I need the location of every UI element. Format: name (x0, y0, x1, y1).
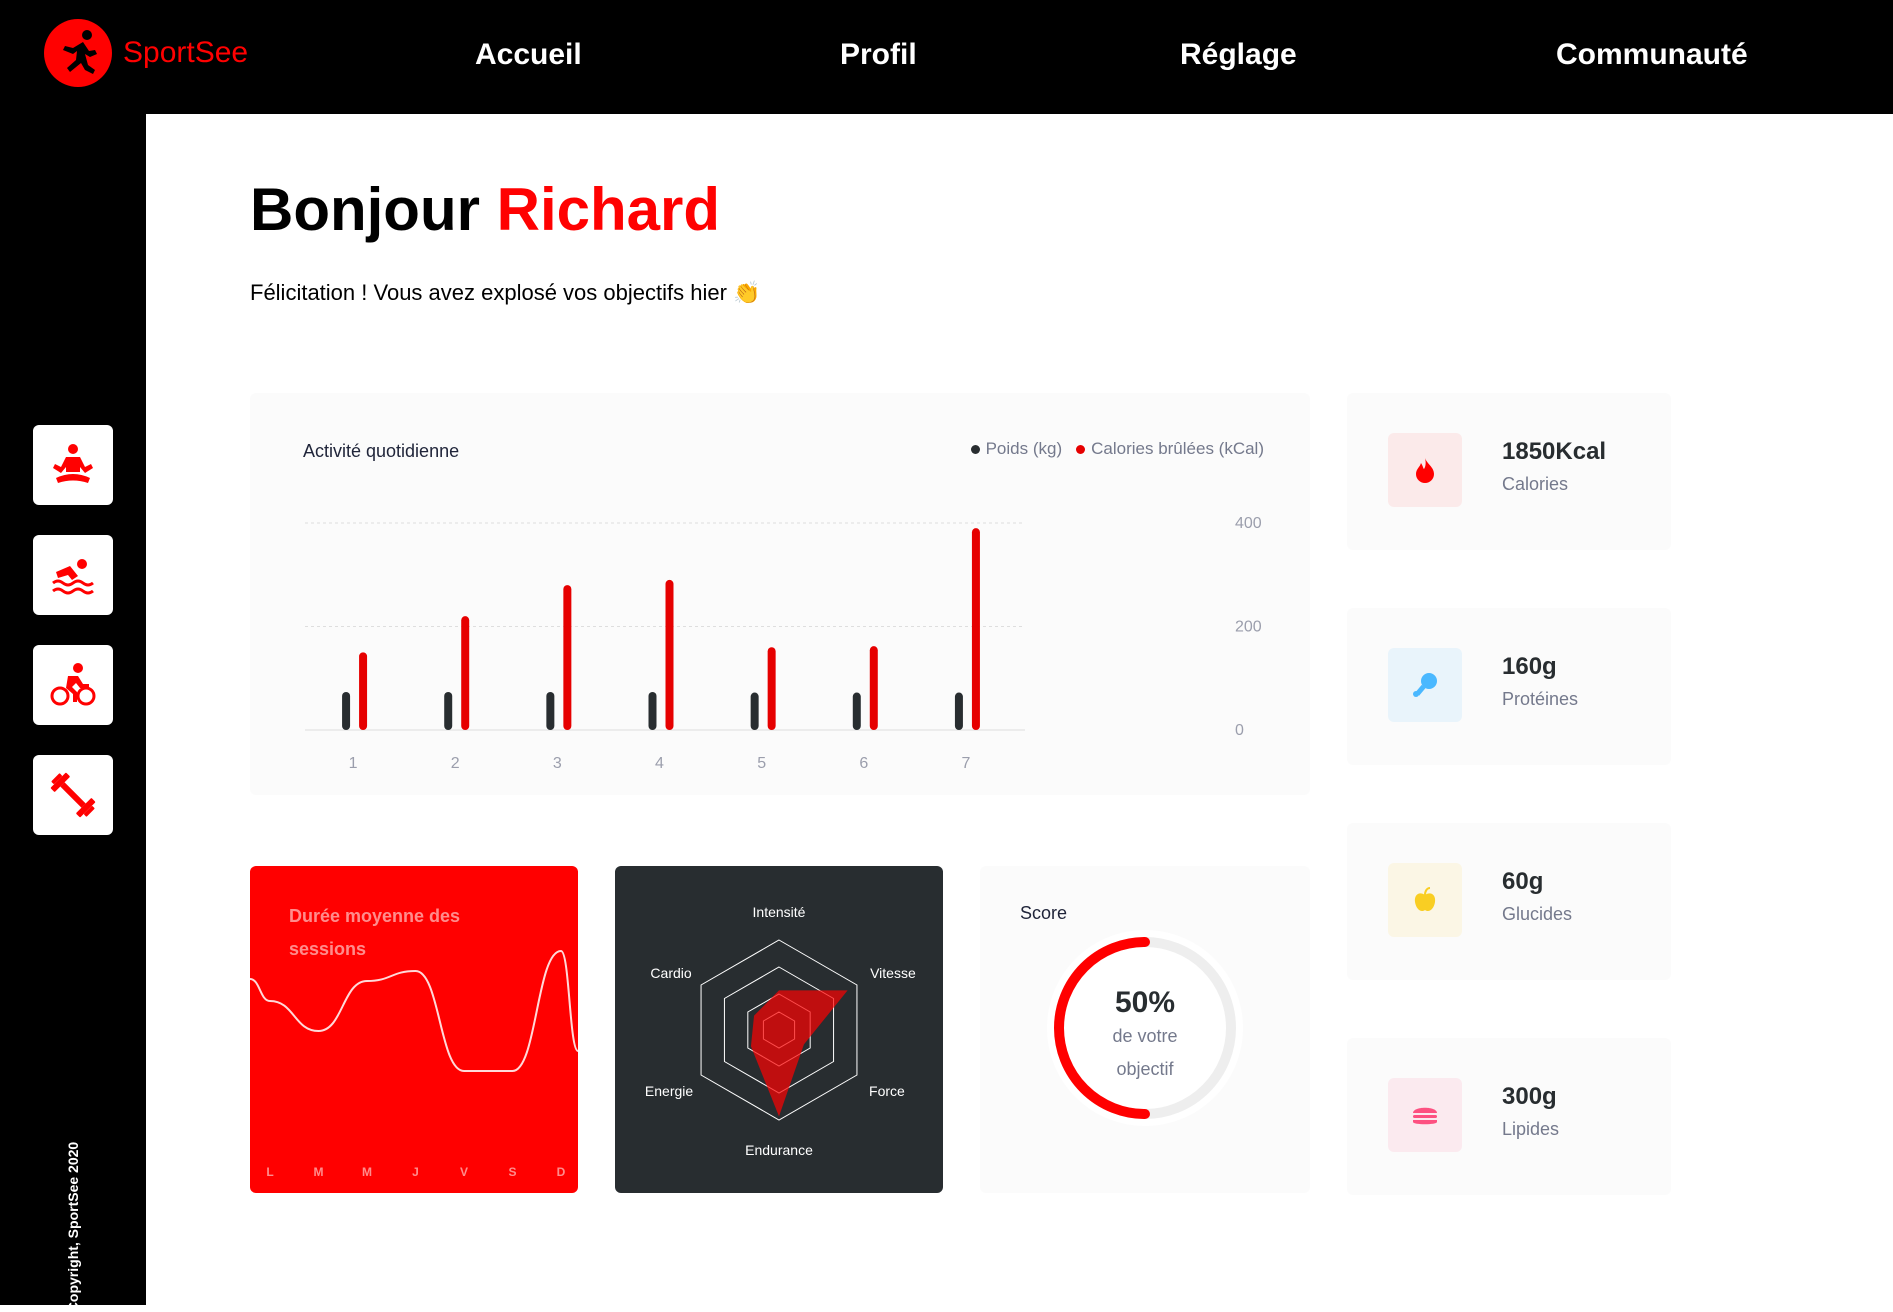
dumbbell-icon (50, 772, 96, 818)
y-tick-label: 200 (1235, 619, 1262, 636)
apple-icon (1414, 887, 1436, 912)
day-label: M (362, 1165, 372, 1179)
burger-icon (1413, 1107, 1437, 1125)
radar-axis-label: Cardio (650, 965, 691, 981)
daily-activity-chart: 0 200 400 1 2 3 4 5 6 7 (305, 515, 1262, 772)
carbs-label: Glucides (1502, 904, 1573, 924)
calories-bar (563, 585, 572, 730)
lipids-icon-box (1388, 1078, 1462, 1152)
yoga-icon (53, 444, 93, 483)
day-label: D (557, 1165, 566, 1179)
x-tick-label: 3 (553, 755, 562, 772)
sessions-line (250, 949, 578, 1072)
weight-bar (852, 692, 861, 730)
score-card: Score 50% de votre objectif (980, 866, 1310, 1193)
day-label: J (412, 1165, 419, 1179)
day-label: S (508, 1165, 516, 1179)
nav-settings[interactable]: Réglage (1180, 38, 1297, 72)
user-first-name: Richard (496, 176, 721, 243)
daily-activity-card: Activité quotidienne Poids (kg) Calories… (250, 393, 1310, 795)
runner-logo-icon (44, 19, 112, 87)
calories-bar (767, 647, 776, 730)
carbs-icon-box (1388, 863, 1462, 937)
calories-bar (971, 528, 980, 730)
y-tick-label: 400 (1235, 515, 1262, 532)
radar-axis-label: Energie (645, 1083, 693, 1099)
copyright-text: Copyright, SportSee 2020 (65, 1141, 81, 1312)
score-center-label: 50% de votre objectif (980, 986, 1310, 1086)
proteins-label: Protéines (1502, 689, 1579, 709)
weight-bar (648, 692, 657, 730)
flame-icon (1416, 458, 1434, 483)
key-data-card-carbs: 60g Glucides (1347, 823, 1671, 980)
y-tick-label: 0 (1235, 722, 1244, 739)
weight-bar (954, 692, 963, 730)
proteins-value: 160g (1502, 653, 1557, 680)
swimming-icon (52, 559, 94, 595)
sidebar: Copyright, SportSee 2020 (0, 114, 146, 1312)
weight-bar (546, 692, 555, 730)
performance-radar-chart: Intensité Vitesse Force Endurance Energie Car… (645, 904, 916, 1158)
cycling-icon (50, 663, 96, 706)
radar-axis-label: Endurance (745, 1142, 813, 1158)
nav-community[interactable]: Communauté (1556, 38, 1748, 72)
radar-axis-label: Vitesse (870, 965, 916, 981)
weight-bar (750, 692, 759, 730)
sidebar-button-yoga[interactable] (33, 425, 113, 505)
top-navigation-bar: SportSee Accueil Profil Réglage Communau… (0, 0, 1893, 114)
x-tick-label: 4 (655, 755, 664, 772)
nav-home[interactable]: Accueil (475, 38, 582, 72)
day-label: L (266, 1165, 273, 1179)
day-label: V (460, 1165, 468, 1179)
lipids-label: Lipides (1502, 1119, 1560, 1139)
calories-bar (665, 579, 674, 730)
weight-bar (342, 692, 351, 730)
chicken-icon (1413, 673, 1437, 697)
key-data-card-proteins: 160g Protéines (1347, 608, 1671, 765)
average-sessions-card: Durée moyenne des sessions LMMJVSD (250, 866, 578, 1193)
lipids-value: 300g (1502, 1083, 1557, 1110)
calories-bar (461, 616, 470, 730)
congratulation-message: Félicitation ! Vous avez explosé vos obj… (250, 280, 761, 305)
radar-axis-label: Intensité (753, 904, 806, 920)
x-tick-label: 7 (961, 755, 970, 772)
key-data-card-lipids: 300g Lipides (1347, 1038, 1671, 1195)
sidebar-button-dumbbell[interactable] (33, 755, 113, 835)
carbs-value: 60g (1502, 868, 1544, 895)
score-label-line2: objectif (1116, 1059, 1174, 1079)
calories-label: Calories (1502, 474, 1569, 494)
x-tick-label: 5 (757, 755, 766, 772)
logo[interactable]: SportSee (43, 18, 248, 88)
proteins-icon-box (1388, 648, 1462, 722)
radar-axis-label: Force (869, 1083, 905, 1099)
weight-bar (444, 692, 453, 730)
day-label: M (314, 1165, 324, 1179)
app-name: SportSee (123, 36, 249, 69)
x-tick-label: 6 (859, 755, 868, 772)
calories-icon-box (1388, 433, 1462, 507)
greeting-text: Bonjour (250, 176, 480, 243)
sidebar-button-swimming[interactable] (33, 535, 113, 615)
performance-card: Intensité Vitesse Force Endurance Energie Car… (615, 866, 943, 1193)
x-tick-label: 2 (451, 755, 460, 772)
calories-bar (359, 652, 368, 730)
key-data-card-calories: 1850Kcal Calories (1347, 393, 1671, 550)
average-sessions-chart: LMMJVSD (250, 949, 578, 1179)
page-title: Bonjour Richard (250, 175, 720, 244)
score-label-line1: de votre (1112, 1026, 1178, 1046)
calories-value: 1850Kcal (1502, 438, 1607, 465)
x-tick-label: 1 (349, 755, 358, 772)
score-value: 50% (1114, 986, 1176, 1019)
nav-profile[interactable]: Profil (840, 38, 917, 72)
calories-bar (869, 646, 878, 730)
sidebar-button-cycling[interactable] (33, 645, 113, 725)
